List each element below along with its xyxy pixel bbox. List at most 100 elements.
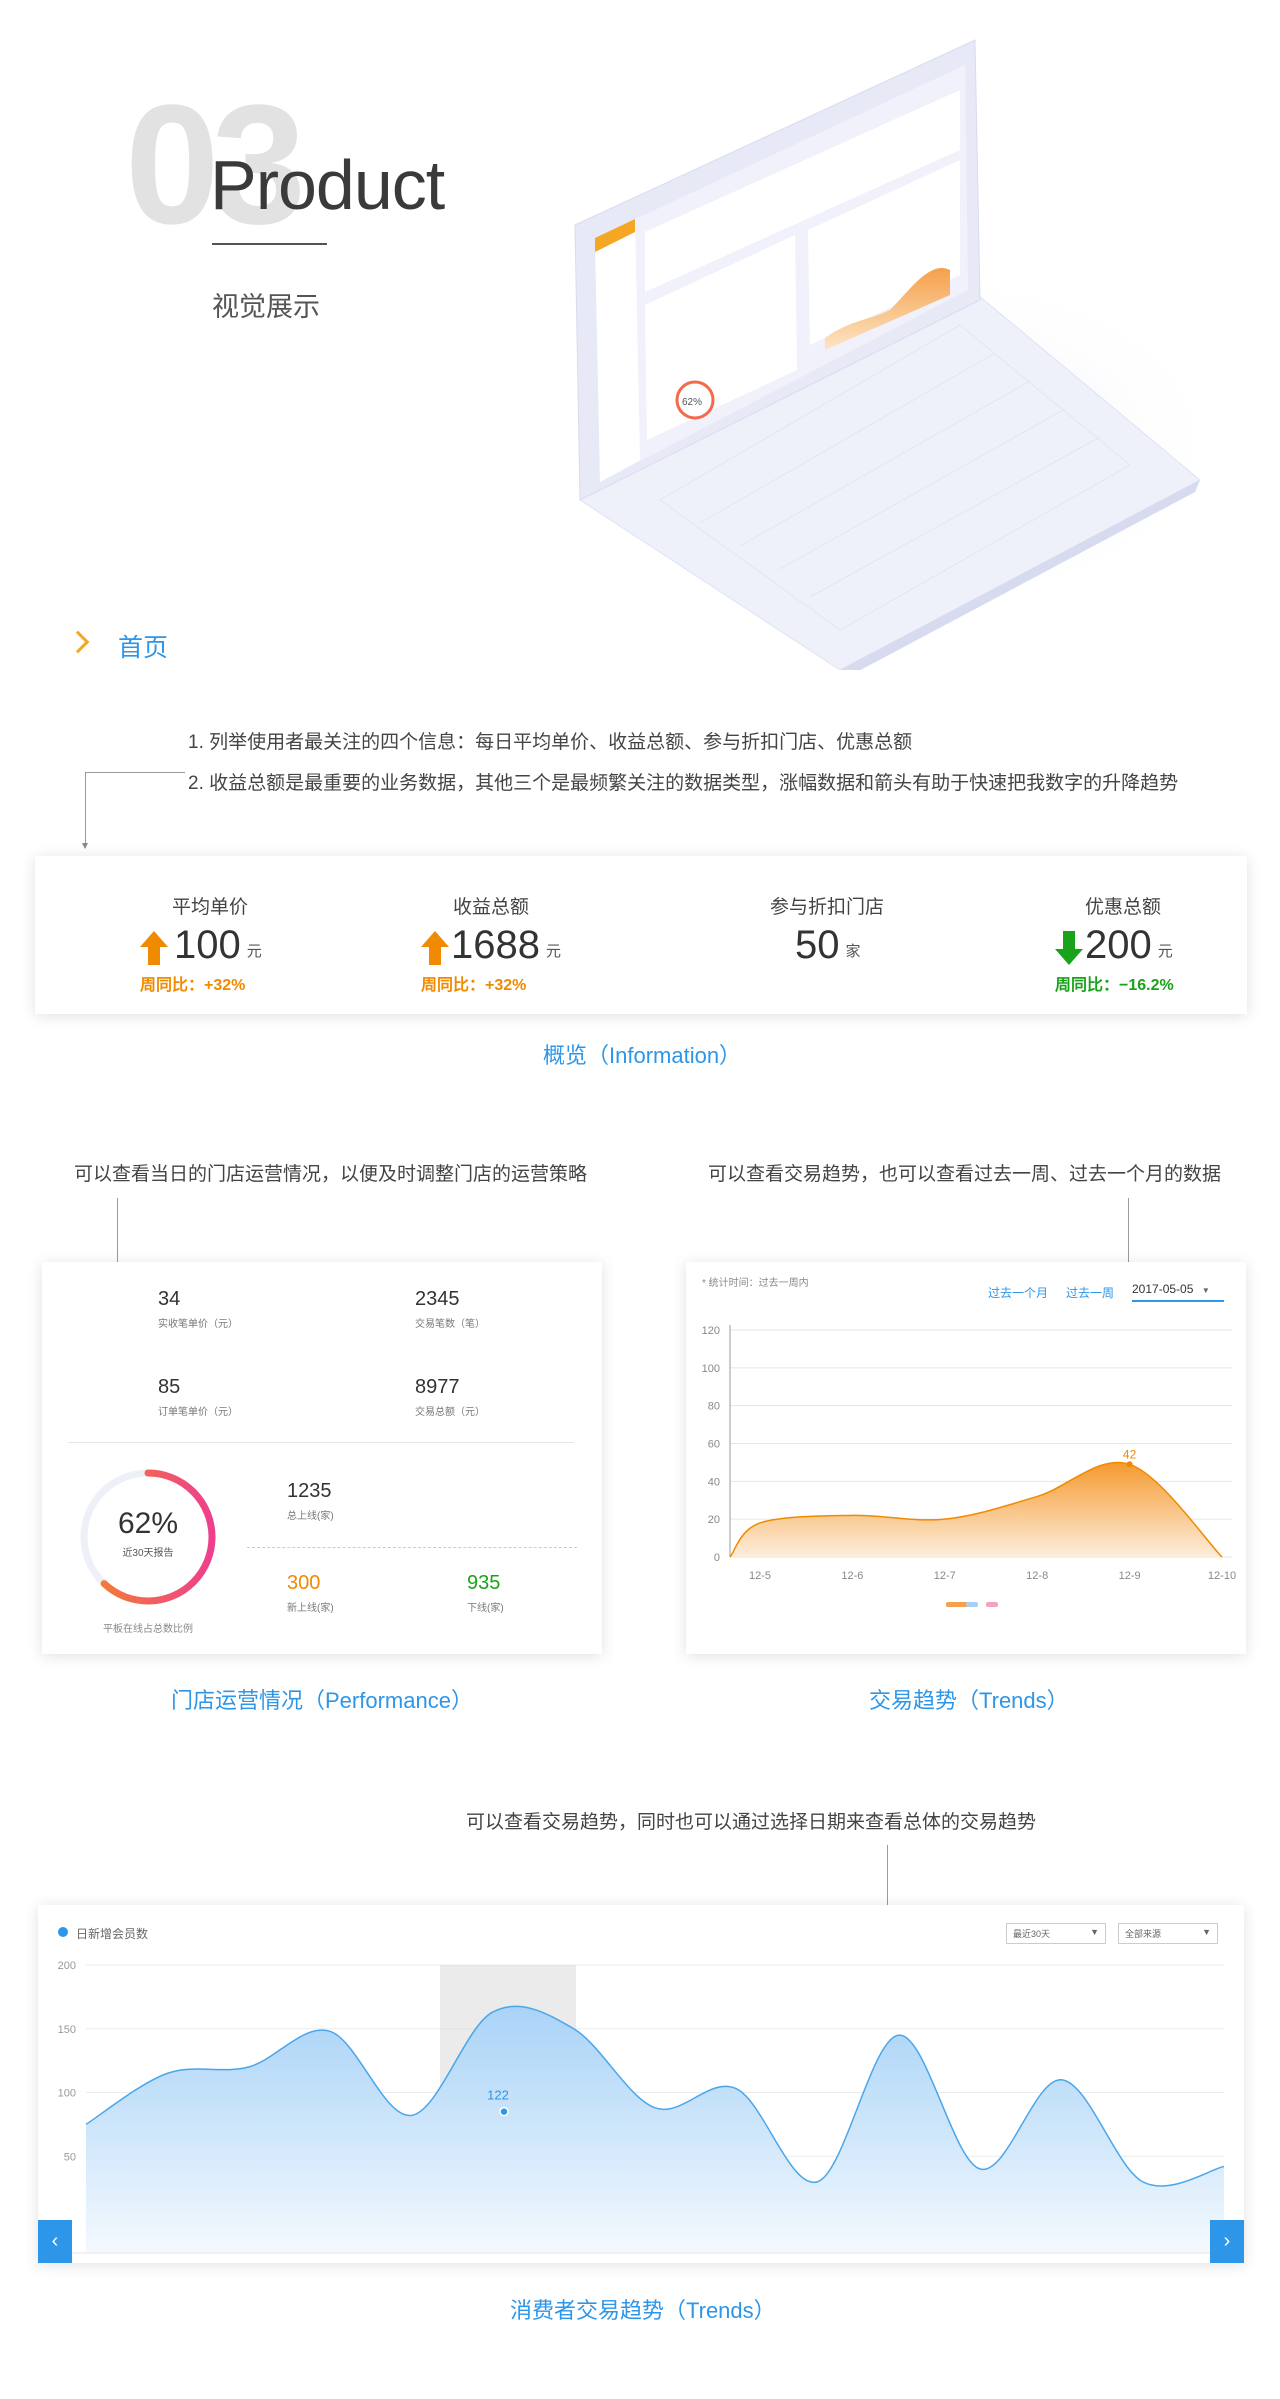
kpi-unit: 元: [246, 943, 262, 960]
kpi-change: 周同比：−16.2%: [1055, 977, 1174, 994]
source-select[interactable]: 全部来源 ▼: [1118, 1923, 1218, 1944]
consumer-card: 日新增会员数 最近30天▼ 全部来源▼ 501001502001224-144-…: [38, 1905, 1244, 2263]
y-tick-label: 40: [708, 1476, 720, 1488]
arrow-up-icon: [421, 931, 449, 965]
x-tick-label: 12-9: [1119, 1570, 1141, 1582]
kpi-discount-stores: 参与折扣门店 50 家: [770, 892, 884, 965]
dashed-divider: [247, 1547, 577, 1548]
legend-swatch: [966, 1602, 978, 1607]
kpi-label: 平均单价: [172, 897, 249, 918]
kpi-value: 100: [174, 923, 241, 967]
stat-item: 2345 交易笔数（笔）: [415, 1288, 485, 1330]
select-value: 全部来源: [1125, 1929, 1162, 1939]
x-tick-label: 12-6: [841, 1570, 863, 1582]
online-total: 1235 总上线(家): [287, 1480, 334, 1522]
stat-value: 34: [158, 1288, 181, 1310]
page-subtitle: 视觉展示: [212, 292, 320, 322]
kpi-label: 参与折扣门店: [770, 897, 885, 918]
pointer-arrow: [82, 843, 88, 849]
series-area: [730, 1462, 1222, 1557]
chevron-down-icon: ▼: [1202, 1927, 1211, 1937]
kpi-total-income: 收益总额 1688 元 周同比：+32%: [421, 892, 561, 995]
data-point: [499, 2106, 509, 2117]
y-tick-label: 80: [708, 1401, 720, 1413]
stat-label: 总上线(家): [287, 1511, 334, 1522]
stat-value: 935: [467, 1572, 501, 1594]
series-area: [86, 2006, 1224, 2253]
tab-last-month[interactable]: 过去一个月: [988, 1284, 1048, 1301]
y-tick-label: 100: [702, 1363, 720, 1375]
overview-card: 平均单价 100 元 周同比：+32% 收益总额 1688 元 周同比：+32%…: [35, 856, 1247, 1014]
y-tick-label: 150: [58, 2024, 76, 2036]
y-tick-label: 100: [58, 2088, 76, 2100]
stat-value: 300: [287, 1572, 321, 1594]
select-value: 最近30天: [1013, 1929, 1051, 1939]
y-tick-label: 0: [714, 1552, 720, 1564]
stat-item: 85 订单笔单价（元）: [158, 1376, 238, 1418]
stat-value: 8977: [415, 1376, 460, 1398]
x-tick-label: 12-7: [934, 1570, 956, 1582]
page-title: Product: [210, 146, 445, 224]
stat-item: 34 实收笔单价（元）: [158, 1288, 238, 1330]
date-value: 2017-05-05: [1132, 1282, 1194, 1296]
kpi-value: 200: [1085, 923, 1152, 967]
arrow-down-icon: [1055, 931, 1083, 965]
kpi-change: 周同比：+32%: [421, 977, 527, 994]
performance-caption: 门店运营情况（Performance）: [171, 1688, 473, 1713]
performance-note: 可以查看当日的门店运营情况，以便及时调整门店的运营策略: [74, 1164, 588, 1185]
stat-value: 85: [158, 1376, 181, 1398]
data-point: [1126, 1461, 1133, 1468]
legend-label: 日新增会员数: [76, 1927, 149, 1941]
stat-label: 交易笔数（笔）: [415, 1319, 485, 1330]
consumer-chart: 501001502001224-144-184-224-264-3005-040…: [38, 1960, 1244, 2254]
kpi-unit: 元: [545, 943, 561, 960]
legend-swatch: [986, 1602, 998, 1607]
kpi-value: 50: [795, 923, 840, 967]
chevron-down-icon: ▼: [1090, 1927, 1099, 1937]
range-select[interactable]: 最近30天 ▼: [1006, 1923, 1106, 1944]
stat-item: 8977 交易总额（元）: [415, 1376, 485, 1418]
trends-card: * 统计时间：过去一周内 过去一个月 过去一周 2017-05-05 ▼ 0 20…: [686, 1262, 1246, 1654]
overview-note-2: 2. 收益总额是最重要的业务数据，其他三个是最频繁关注的数据类型，涨幅数据和箭头…: [188, 773, 1179, 794]
next-button[interactable]: ›: [1210, 2220, 1244, 2263]
overview-caption: 概览（Information）: [543, 1043, 742, 1068]
y-tick-label: 50: [64, 2151, 76, 2163]
data-label: 122: [487, 2088, 509, 2103]
legend-dot: [58, 1927, 68, 1937]
pointer-line: [85, 772, 185, 773]
performance-card: 34 实收笔单价（元） 2345 交易笔数（笔） 85 订单笔单价（元） 897…: [42, 1262, 602, 1654]
stat-value: 1235: [287, 1480, 332, 1502]
trend-chart: 0 20 40 60 80 100 120 12-5 12-6 12-7 12-8 12-9 12-10…: [702, 1325, 1236, 1607]
kpi-change: 周同比：+32%: [140, 977, 246, 994]
stat-label: 交易总额（元）: [415, 1407, 485, 1418]
ring-label: 近30天报告: [122, 1548, 174, 1559]
title-divider: [212, 243, 327, 245]
consumer-note: 可以查看交易趋势，同时也可以通过选择日期来查看总体的交易趋势: [466, 1812, 1037, 1833]
stat-value: 2345: [415, 1288, 460, 1310]
stat-label: 订单笔单价（元）: [158, 1407, 238, 1418]
kpi-unit: 元: [1157, 943, 1173, 960]
kpi-label: 收益总额: [453, 897, 530, 918]
y-tick-label: 120: [702, 1325, 720, 1337]
date-picker[interactable]: 2017-05-05 ▼: [1132, 1280, 1224, 1302]
chevron-down-icon: ▼: [1201, 1286, 1210, 1295]
kpi-unit: 家: [845, 943, 861, 960]
legend-swatch: [946, 1602, 968, 1607]
stat-label: 新上线(家): [287, 1603, 334, 1614]
overview-note-1: 1. 列举使用者最关注的四个信息：每日平均单价、收益总额、参与折扣门店、优惠总额: [188, 732, 913, 753]
kpi-average-price: 平均单价 100 元 周同比：+32%: [140, 892, 262, 995]
x-tick-label: 12-8: [1026, 1570, 1048, 1582]
x-tick-label: 12-5: [749, 1570, 771, 1582]
stat-time: * 统计时间：过去一周内: [702, 1278, 809, 1289]
tab-last-week[interactable]: 过去一周: [1066, 1284, 1114, 1301]
svg-text:62%: 62%: [682, 397, 702, 408]
section-title: 首页: [118, 634, 169, 662]
prev-button[interactable]: ‹: [38, 2220, 72, 2263]
ring-percent: 62%: [117, 1507, 179, 1540]
kpi-value: 1688: [451, 923, 540, 967]
trends-caption: 交易趋势（Trends）: [869, 1688, 1069, 1713]
y-tick-label: 20: [708, 1514, 720, 1526]
trends-note: 可以查看交易趋势，也可以查看过去一周、过去一个月的数据: [708, 1164, 1222, 1185]
ring-caption: 平板在线占总数比例: [103, 1624, 193, 1635]
offline: 935 下线(家): [467, 1572, 504, 1614]
